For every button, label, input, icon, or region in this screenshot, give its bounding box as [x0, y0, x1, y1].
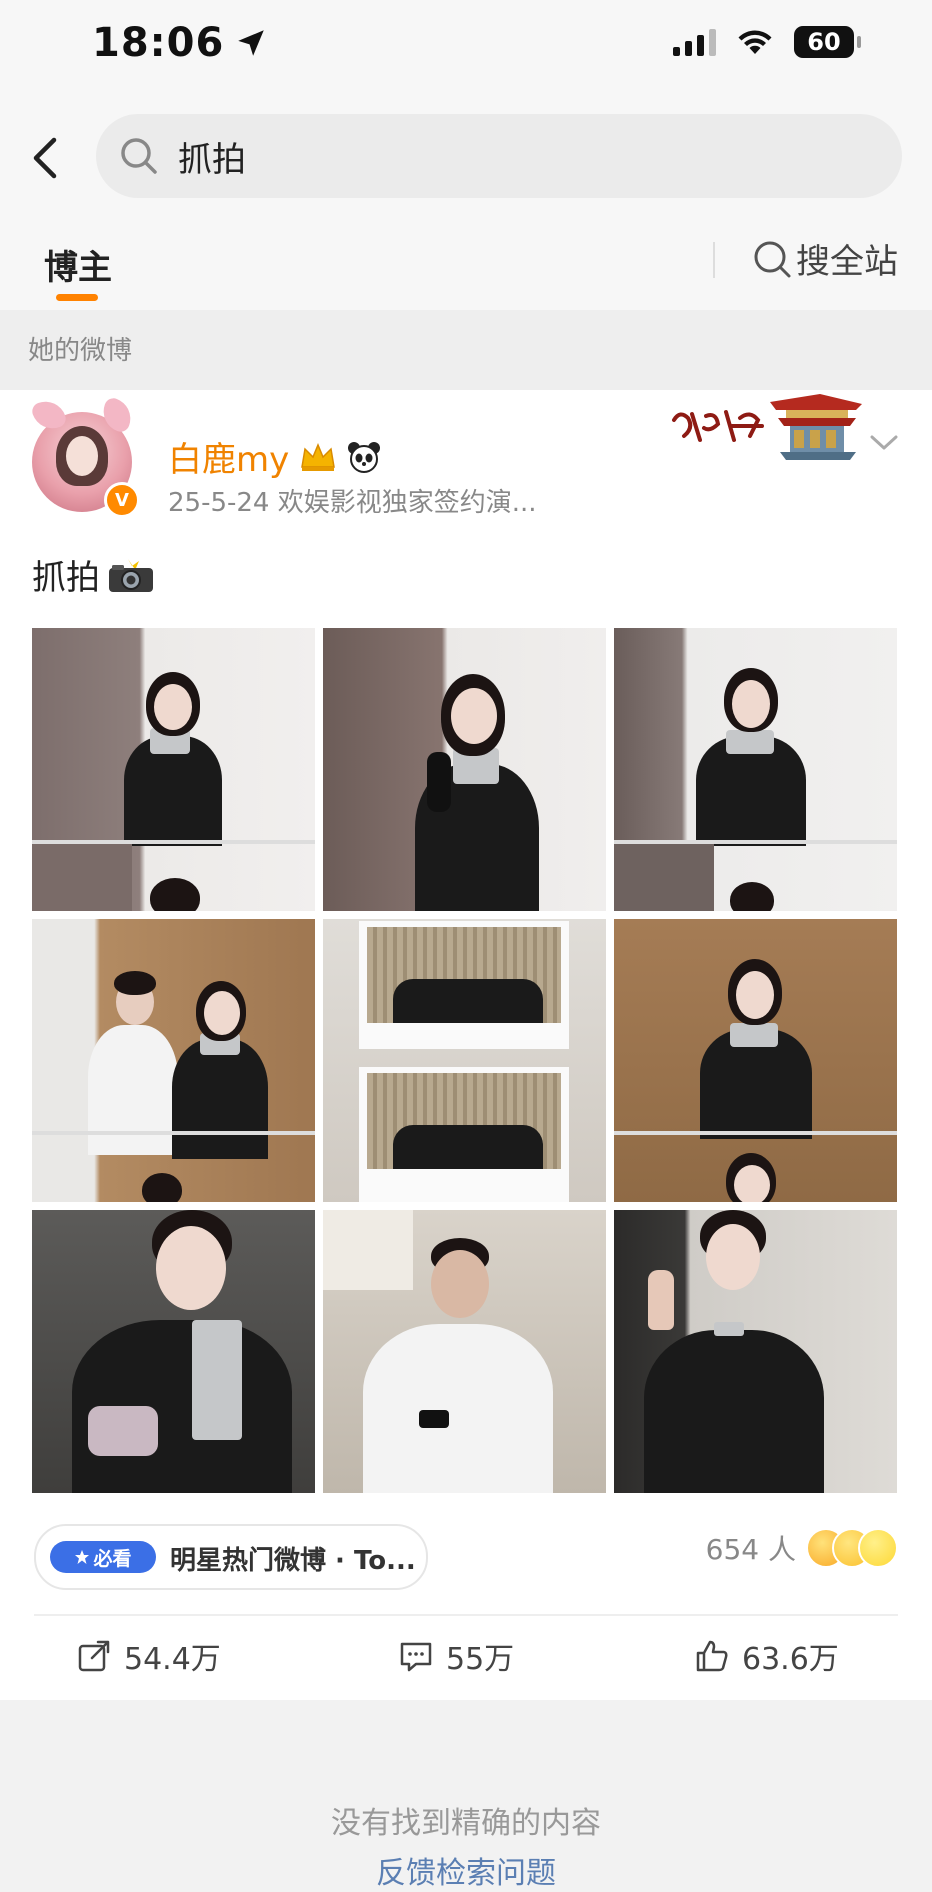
system-icons: 60 — [673, 26, 861, 58]
comment-icon — [400, 1642, 432, 1672]
repost-count: 54.4万 — [124, 1642, 221, 1677]
chevron-down-icon[interactable] — [868, 432, 900, 454]
photo-thumbnail[interactable] — [32, 1210, 315, 1493]
search-input[interactable]: 抓拍 — [96, 114, 902, 198]
section-header: 她的微博 — [0, 310, 932, 390]
location-arrow-icon — [238, 30, 265, 56]
search-header: 抓拍 博主 搜全站 — [0, 92, 932, 310]
must-see-badge: 必看 — [50, 1541, 156, 1573]
search-query: 抓拍 — [178, 140, 246, 180]
clock: 18:06 — [92, 20, 268, 66]
search-icon — [121, 138, 157, 174]
hot-topic-pill[interactable]: 必看 明星热门微博 · To... — [34, 1524, 428, 1590]
tab-active-indicator — [56, 294, 98, 301]
photo-thumbnail[interactable] — [323, 628, 606, 911]
status-bar: 18:06 60 — [0, 0, 932, 92]
post-text-content: 抓拍 — [32, 558, 100, 598]
comment-button[interactable]: 55万 — [398, 1634, 514, 1678]
clock-text: 18:06 — [92, 20, 225, 66]
search-icon — [754, 241, 791, 277]
avatar[interactable]: V — [29, 395, 140, 518]
camera-flash-icon — [109, 558, 153, 592]
no-result-message: 没有找到精确的内容 — [331, 1806, 601, 1841]
photo-thumbnail[interactable] — [614, 1210, 897, 1493]
hot-topic-text: 明星热门微博 · To... — [170, 1546, 416, 1576]
thumbs-up-icon — [696, 1640, 728, 1672]
search-whole-site-label: 搜全站 — [796, 242, 898, 282]
back-arrow-icon[interactable] — [22, 128, 68, 188]
reaction-count: 654 人 — [705, 1533, 796, 1566]
search-whole-site-button[interactable]: 搜全站 — [752, 234, 898, 283]
must-see-badge-text: 必看 — [93, 1547, 132, 1570]
verified-badge-icon: V — [104, 482, 140, 518]
share-icon — [78, 1640, 110, 1672]
wifi-icon — [738, 30, 772, 54]
screen: 18:06 60 抓拍 博主 搜全站 她的微博 V 白鹿my 25-5-24 欢… — [0, 0, 932, 1891]
crown-icon — [301, 442, 336, 471]
repost-button[interactable]: 54.4万 — [76, 1634, 221, 1678]
photo-thumbnail[interactable] — [32, 628, 315, 911]
tab-blogger[interactable]: 博主 — [44, 240, 112, 289]
like-count: 63.6万 — [742, 1642, 839, 1677]
action-divider — [34, 1614, 898, 1616]
post-text: 抓拍 — [32, 550, 156, 599]
battery-icon: 60 — [794, 26, 861, 58]
like-button[interactable]: 63.6万 — [694, 1634, 839, 1678]
photo-thumbnail[interactable] — [614, 919, 897, 1202]
star-icon — [75, 1550, 90, 1564]
battery-level: 60 — [807, 28, 841, 56]
panda-icon — [348, 441, 381, 473]
section-title: 她的微博 — [28, 336, 133, 366]
photo-thumbnail[interactable] — [32, 919, 315, 1202]
decoration-banner-icon — [672, 394, 862, 460]
comment-count: 55万 — [446, 1642, 515, 1677]
reactions-summary[interactable]: 654 人 — [706, 1528, 898, 1568]
post-meta: 25-5-24 欢娱影视独家签约演... — [168, 488, 537, 518]
cellular-signal-icon — [673, 28, 716, 56]
photo-thumbnail[interactable] — [323, 1210, 606, 1493]
author-name[interactable]: 白鹿my — [168, 432, 381, 481]
post-card[interactable]: V 白鹿my 25-5-24 欢娱影视独家签约演... 抓拍 必看 明星热门微博… — [0, 390, 932, 1700]
emoji-surprised-icon — [858, 1528, 898, 1568]
photo-thumbnail[interactable] — [614, 628, 897, 911]
feedback-link[interactable]: 反馈检索问题 — [0, 1848, 932, 1892]
author-name-text: 白鹿my — [168, 440, 290, 480]
photo-grid — [32, 628, 898, 1493]
tab-divider — [713, 242, 715, 278]
photo-thumbnail[interactable] — [323, 919, 606, 1202]
